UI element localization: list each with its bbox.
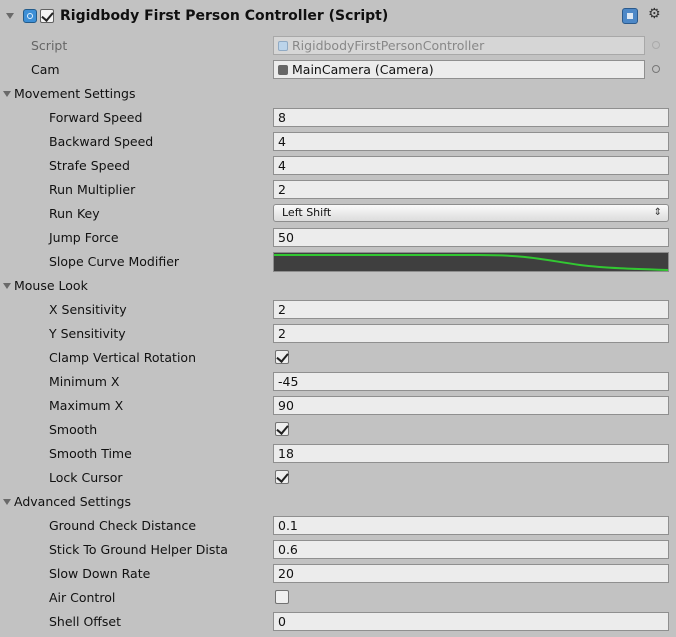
- component-title: Rigidbody First Person Controller (Scrip…: [60, 8, 389, 24]
- x-sensitivity-label: X Sensitivity: [49, 302, 127, 317]
- slope-curve-label: Slope Curve Modifier: [49, 254, 180, 269]
- strafe-speed-row: Strafe Speed 4: [0, 154, 676, 178]
- run-multiplier-row: Run Multiplier 2: [0, 178, 676, 202]
- slope-curve-field[interactable]: [273, 252, 669, 272]
- clamp-vertical-rotation-row: Clamp Vertical Rotation: [0, 346, 676, 370]
- backward-speed-input[interactable]: 4: [273, 132, 669, 151]
- ground-check-distance-row: Ground Check Distance 0.1: [0, 514, 676, 538]
- slow-down-rate-input[interactable]: 20: [273, 564, 669, 583]
- lock-cursor-row: Lock Cursor: [0, 466, 676, 490]
- x-sensitivity-input[interactable]: 2: [273, 300, 669, 319]
- cam-field[interactable]: MainCamera (Camera): [273, 60, 645, 79]
- mouse-look-foldout[interactable]: Mouse Look: [0, 274, 676, 298]
- cam-row: Cam MainCamera (Camera): [0, 58, 676, 82]
- air-control-checkbox[interactable]: [275, 590, 289, 604]
- jump-force-input[interactable]: 50: [273, 228, 669, 247]
- smooth-time-label: Smooth Time: [49, 446, 132, 461]
- object-picker-icon[interactable]: [652, 65, 660, 73]
- run-multiplier-input[interactable]: 2: [273, 180, 669, 199]
- jump-force-row: Jump Force 50: [0, 226, 676, 250]
- triangle-down-icon: [3, 499, 11, 505]
- movement-settings-foldout[interactable]: Movement Settings: [0, 82, 676, 106]
- shell-offset-label: Shell Offset: [49, 614, 122, 629]
- smooth-time-input[interactable]: 18: [273, 444, 669, 463]
- triangle-down-icon: [3, 283, 11, 289]
- script-value: RigidbodyFirstPersonController: [292, 38, 485, 53]
- strafe-speed-label: Strafe Speed: [49, 158, 130, 173]
- maximum-x-label: Maximum X: [49, 398, 124, 413]
- air-control-label: Air Control: [49, 590, 116, 605]
- shell-offset-input[interactable]: 0: [273, 612, 669, 631]
- smooth-time-row: Smooth Time 18: [0, 442, 676, 466]
- minimum-x-row: Minimum X -45: [0, 370, 676, 394]
- check-icon: [276, 422, 289, 435]
- y-sensitivity-row: Y Sensitivity 2: [0, 322, 676, 346]
- lock-cursor-checkbox[interactable]: [275, 470, 289, 484]
- script-label: Script: [31, 38, 68, 53]
- slow-down-rate-row: Slow Down Rate 20: [0, 562, 676, 586]
- slow-down-rate-label: Slow Down Rate: [49, 566, 151, 581]
- backward-speed-label: Backward Speed: [49, 134, 154, 149]
- clamp-vertical-rotation-checkbox[interactable]: [275, 350, 289, 364]
- check-icon: [41, 9, 54, 22]
- smooth-row: Smooth: [0, 418, 676, 442]
- stick-to-ground-label: Stick To Ground Helper Dista: [49, 542, 228, 557]
- clamp-vertical-rotation-label: Clamp Vertical Rotation: [49, 350, 196, 365]
- component-header: Rigidbody First Person Controller (Scrip…: [0, 0, 676, 34]
- advanced-settings-foldout[interactable]: Advanced Settings: [0, 490, 676, 514]
- run-key-row: Run Key Left Shift ⇕: [0, 202, 676, 226]
- run-key-label: Run Key: [49, 206, 100, 221]
- slope-curve-preview: [274, 254, 669, 271]
- dropdown-arrow-icon: ⇕: [653, 207, 662, 218]
- y-sensitivity-label: Y Sensitivity: [49, 326, 126, 341]
- cam-value: MainCamera (Camera): [292, 62, 434, 77]
- x-sensitivity-row: X Sensitivity 2: [0, 298, 676, 322]
- movement-settings-label: Movement Settings: [14, 86, 136, 101]
- check-icon: [276, 470, 289, 483]
- slope-curve-row: Slope Curve Modifier: [0, 250, 676, 274]
- minimum-x-label: Minimum X: [49, 374, 120, 389]
- component-foldout-icon[interactable]: [6, 13, 14, 19]
- object-picker-icon: [652, 41, 660, 49]
- script-file-icon: [278, 41, 288, 51]
- air-control-row: Air Control: [0, 586, 676, 610]
- script-row: Script RigidbodyFirstPersonController: [0, 34, 676, 58]
- component-enabled-checkbox[interactable]: [40, 9, 54, 23]
- maximum-x-input[interactable]: 90: [273, 396, 669, 415]
- mouse-look-label: Mouse Look: [14, 278, 88, 293]
- forward-speed-row: Forward Speed 8: [0, 106, 676, 130]
- run-key-dropdown[interactable]: Left Shift ⇕: [273, 204, 669, 222]
- camera-icon: [278, 65, 288, 75]
- script-icon: [23, 9, 37, 23]
- minimum-x-input[interactable]: -45: [273, 372, 669, 391]
- maximum-x-row: Maximum X 90: [0, 394, 676, 418]
- script-field: RigidbodyFirstPersonController: [273, 36, 645, 55]
- backward-speed-row: Backward Speed 4: [0, 130, 676, 154]
- smooth-checkbox[interactable]: [275, 422, 289, 436]
- forward-speed-label: Forward Speed: [49, 110, 143, 125]
- help-icon[interactable]: [622, 8, 638, 24]
- run-multiplier-label: Run Multiplier: [49, 182, 136, 197]
- gear-icon[interactable]: ⚙: [648, 6, 661, 22]
- ground-check-distance-input[interactable]: 0.1: [273, 516, 669, 535]
- shell-offset-row: Shell Offset 0: [0, 610, 676, 634]
- stick-to-ground-row: Stick To Ground Helper Dista 0.6: [0, 538, 676, 562]
- ground-check-distance-label: Ground Check Distance: [49, 518, 197, 533]
- jump-force-label: Jump Force: [49, 230, 119, 245]
- cam-label: Cam: [31, 62, 60, 77]
- smooth-label: Smooth: [49, 422, 98, 437]
- lock-cursor-label: Lock Cursor: [49, 470, 123, 485]
- forward-speed-input[interactable]: 8: [273, 108, 669, 127]
- strafe-speed-input[interactable]: 4: [273, 156, 669, 175]
- y-sensitivity-input[interactable]: 2: [273, 324, 669, 343]
- run-key-value: Left Shift: [282, 206, 332, 219]
- triangle-down-icon: [3, 91, 11, 97]
- stick-to-ground-input[interactable]: 0.6: [273, 540, 669, 559]
- advanced-settings-label: Advanced Settings: [14, 494, 131, 509]
- check-icon: [276, 350, 289, 363]
